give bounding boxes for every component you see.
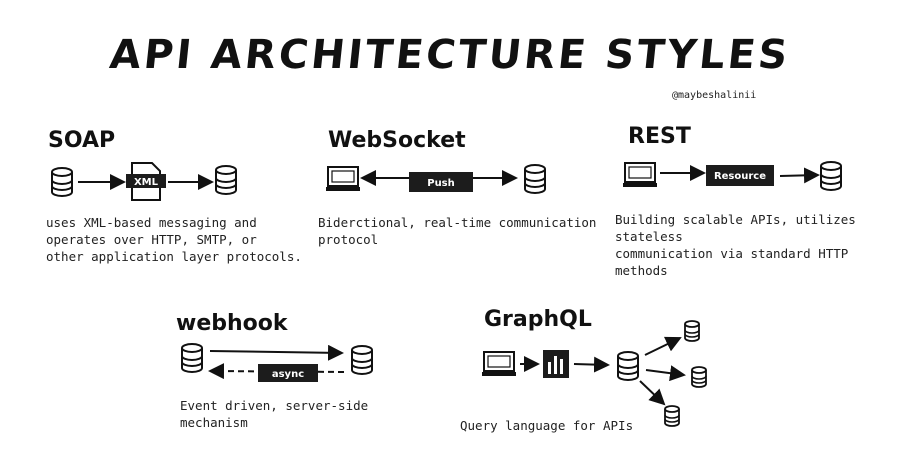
computer-icon [325, 166, 361, 192]
database-icon [664, 405, 680, 427]
rest-label: Resource [714, 171, 766, 182]
soap-format-label: XML [134, 177, 159, 188]
arrow-icon [573, 356, 610, 373]
computer-icon [481, 351, 517, 377]
computer-icon [622, 162, 658, 188]
arrow-icon [639, 380, 666, 406]
database-icon [617, 351, 639, 381]
database-icon [351, 345, 373, 375]
database-icon [51, 167, 73, 197]
database-icon [524, 164, 546, 194]
arrow-icon [644, 336, 682, 356]
webhook-label: async [272, 369, 304, 380]
arrow-icon [209, 344, 344, 361]
database-icon [181, 343, 203, 373]
database-icon [820, 161, 842, 191]
database-icon [684, 320, 700, 342]
arrow-icon [645, 365, 686, 382]
database-icon [215, 165, 237, 195]
xml-document-icon: XML [126, 162, 166, 201]
database-icon [691, 366, 707, 388]
arrow-icon [779, 167, 820, 184]
diagram-canvas: XML Push Resource async [51, 161, 842, 427]
graph-icon [543, 350, 569, 378]
websocket-label: Push [427, 178, 455, 189]
